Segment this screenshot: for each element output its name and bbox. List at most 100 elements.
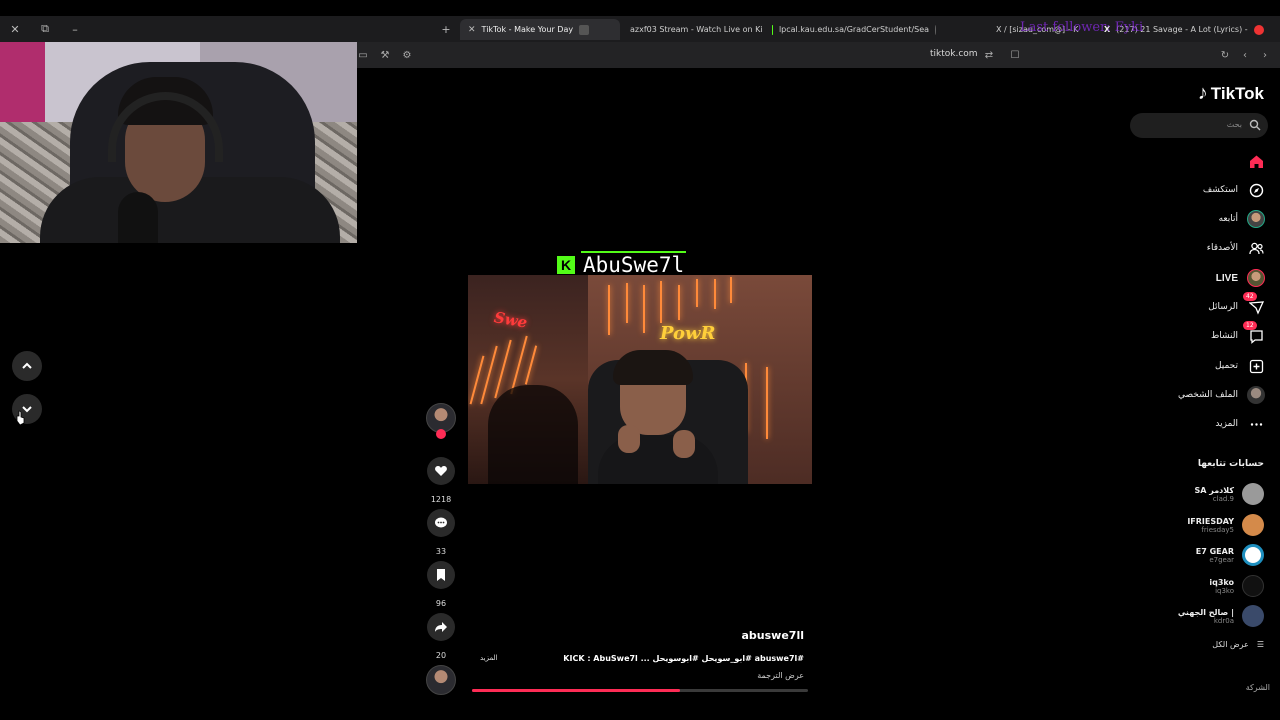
account-name: E7 GEAR <box>1195 546 1234 556</box>
activity-icon <box>1249 329 1263 344</box>
extension-icon[interactable]: ⚙ <box>400 48 414 62</box>
avatar[interactable] <box>1242 605 1264 627</box>
kick-favicon-icon <box>772 24 773 35</box>
follow-plus-icon[interactable] <box>436 429 446 439</box>
heart-icon <box>435 466 447 476</box>
bookmark-icon[interactable]: ☐ <box>1008 48 1022 62</box>
search-icon[interactable] <box>1249 119 1261 131</box>
new-tab-icon[interactable]: + <box>431 16 461 42</box>
comment-count: 33 <box>435 547 447 556</box>
close-window-icon[interactable]: ✕ <box>0 16 30 42</box>
sidebar-item-label: تحميل <box>1214 361 1238 371</box>
avatar[interactable] <box>1242 483 1264 505</box>
close-tab-icon[interactable]: ✕ <box>468 25 476 35</box>
sidebar-item-upload[interactable]: تحميل <box>1215 356 1266 376</box>
account-name: iq3ko <box>1209 577 1234 587</box>
account-handle: kdr0a <box>1213 616 1234 625</box>
see-translation-button[interactable]: عرض الترجمة <box>757 671 804 680</box>
following-account[interactable]: E7 GEAR e7gear <box>1196 542 1264 568</box>
tab-label: TikTok - Make Your Day <box>481 25 574 34</box>
sidebar-item-activity[interactable]: النشاط 12 <box>1210 321 1266 346</box>
following-accounts-title: حسابات تتابعها <box>1197 459 1264 469</box>
like-count: 1218 <box>430 495 452 504</box>
creator-avatar[interactable] <box>423 403 459 439</box>
sidebar-item-messages[interactable]: الرسائل 42 <box>1208 292 1266 317</box>
sidebar-item-profile[interactable]: الملف الشخصي <box>1178 385 1266 405</box>
reload-icon[interactable]: ↻ <box>1218 48 1232 62</box>
sidebar-item-friends[interactable]: الأصدقاء <box>1207 238 1266 258</box>
music-disc[interactable] <box>423 665 459 695</box>
comment-action[interactable]: 33 <box>423 509 459 556</box>
tab-kau[interactable]: lpcal.kau.edu.sa/GradCerStudent/Sea <box>764 19 944 40</box>
url-text[interactable]: tiktok.com <box>930 49 978 59</box>
tab-tiktok[interactable]: ✕ TikTok - Make Your Day <box>460 19 620 40</box>
save-action[interactable]: 96 <box>423 561 459 608</box>
following-account[interactable]: IFRIESDAY friesday5 <box>1187 512 1264 538</box>
webcam-overlay <box>0 42 357 243</box>
save-button[interactable] <box>427 561 455 589</box>
share-arrow-icon <box>435 622 447 632</box>
following-account[interactable]: iq3ko iq3ko <box>1209 573 1264 599</box>
list-icon: ☰ <box>1256 640 1264 649</box>
footer-company-link[interactable]: الشركة <box>1246 683 1270 692</box>
share-action[interactable]: 20 <box>423 613 459 660</box>
sidebar-item-label: استكشف <box>1202 185 1238 195</box>
comment-icon <box>435 517 447 528</box>
tiktok-logo[interactable]: ♪ TikTok <box>1198 82 1264 105</box>
profile-icon <box>1247 386 1265 404</box>
save-count: 96 <box>435 599 447 608</box>
sidebar-item-label: النشاط <box>1210 331 1238 341</box>
video-progress-bar[interactable] <box>472 689 808 692</box>
globe-icon <box>935 24 936 35</box>
account-name: IFRIESDAY <box>1187 516 1234 526</box>
youtube-favicon-icon <box>1253 24 1264 35</box>
comment-button[interactable] <box>427 509 455 537</box>
account-handle: iq3ko <box>1215 586 1234 595</box>
following-account[interactable]: SA كلادمر clad.9 <box>1194 481 1264 507</box>
restore-window-icon[interactable]: ⧉ <box>30 16 60 42</box>
more-icon <box>1250 422 1262 426</box>
sidebar-item-home[interactable] <box>1238 151 1266 171</box>
account-handle: friesday5 <box>1201 525 1234 534</box>
sidebar-item-label: الرسائل <box>1208 302 1238 312</box>
previous-video-button[interactable] <box>12 351 42 381</box>
tools-icon[interactable]: ⚒ <box>378 48 392 62</box>
account-name: صالح الجهني | <box>1177 607 1234 617</box>
search-input[interactable]: بحث <box>1130 113 1268 138</box>
share-button[interactable] <box>427 613 455 641</box>
following-account[interactable]: صالح الجهني | kdr0a <box>1178 603 1264 629</box>
tiktok-favicon-icon <box>579 24 590 35</box>
sidebar-item-following[interactable]: أتابعه <box>1219 209 1266 229</box>
like-action[interactable]: 1218 <box>423 457 459 504</box>
like-button[interactable] <box>427 457 455 485</box>
screen-icon[interactable]: ▭ <box>356 48 370 62</box>
tab-label: lpcal.kau.edu.sa/GradCerStudent/Sea <box>778 25 930 34</box>
messages-badge: 42 <box>1243 292 1257 301</box>
friends-icon <box>1248 242 1264 254</box>
sidebar-item-live[interactable]: LIVE <box>1216 268 1266 288</box>
sidebar-item-explore[interactable]: استكشف <box>1203 180 1266 200</box>
forward-icon[interactable]: › <box>1258 48 1272 62</box>
minimize-window-icon[interactable]: – <box>60 16 90 42</box>
video-player[interactable]: Swe PowR <box>468 275 812 484</box>
see-more-button[interactable]: المزيد <box>480 654 498 662</box>
back-icon[interactable]: ‹ <box>1238 48 1252 62</box>
search-placeholder: بحث <box>1226 120 1242 129</box>
tab-kick[interactable]: azxf03 Stream - Watch Live on Kick <box>622 19 762 40</box>
sidebar-item-more[interactable]: المزيد <box>1215 414 1266 434</box>
avatar[interactable] <box>1242 575 1264 597</box>
see-all-button[interactable]: عرض الكل ☰ <box>1212 640 1264 649</box>
site-settings-icon[interactable]: ⇄ <box>982 48 996 62</box>
kick-logo-icon: K <box>557 256 575 274</box>
video-author-username[interactable]: abuswe7ll <box>742 629 805 642</box>
sidebar-item-label: الملف الشخصي <box>1178 390 1238 400</box>
tiktok-wordmark: TikTok <box>1210 83 1264 103</box>
home-icon <box>1249 155 1263 168</box>
sidebar-item-label: الأصدقاء <box>1206 243 1238 253</box>
video-progress-fill <box>472 689 681 692</box>
neon-sign-left: Swe <box>492 308 529 332</box>
avatar[interactable] <box>1242 544 1264 566</box>
music-disc-avatar[interactable] <box>426 665 456 695</box>
avatar[interactable] <box>1242 514 1264 536</box>
account-handle: e7gear <box>1209 555 1234 564</box>
